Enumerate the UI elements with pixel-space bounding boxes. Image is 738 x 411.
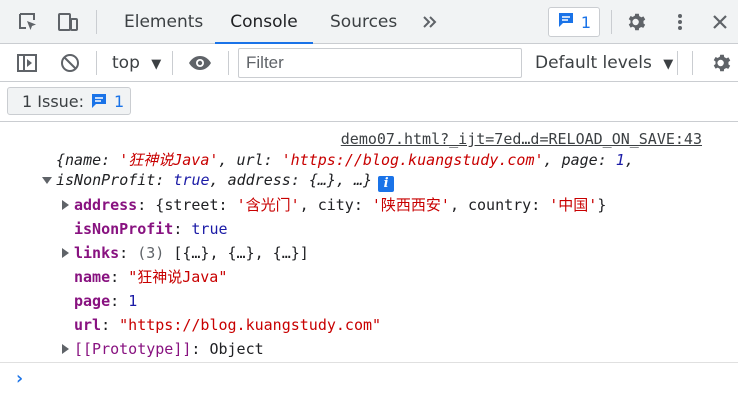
tab-elements[interactable]: Elements [124,0,203,44]
prop-key: url [74,316,102,334]
toolbar-divider [228,51,229,75]
console-toolbar: top ▼ Default levels ▼ [0,44,738,82]
more-options-icon[interactable] [668,10,692,34]
close-devtools-icon[interactable] [708,10,732,34]
tab-sources[interactable]: Sources [330,0,397,44]
tabbar-divider [96,10,97,34]
more-tabs-icon[interactable] [418,10,442,34]
preview-key: isNonProfit [56,171,156,189]
preview-value: {…} [308,171,336,189]
toolbar-divider [677,51,678,75]
prop-subvalue: '中国' [549,196,598,214]
live-expression-eye-icon[interactable] [188,51,212,75]
inspect-element-icon[interactable] [16,10,40,34]
toolbar-divider [96,51,97,75]
prop-key: links [74,244,120,262]
prop-value: 1 [128,292,138,310]
preview-key: url [236,151,264,169]
object-preview-cont[interactable]: isNonProfit: true, address: {…}, …} i [56,170,395,192]
prop-links[interactable]: links: (3) [{…}, {…}, {…}] [74,243,309,263]
dropdown-arrow-icon: ▼ [151,57,162,72]
expand-triangle-icon[interactable] [62,344,69,354]
tab-label: Sources [330,12,398,32]
prop-key: isNonProfit [74,220,174,238]
log-levels-label: Default levels [535,53,652,73]
tab-console[interactable]: Console [215,0,313,44]
object-preview[interactable]: {name: '狂神说Java', url: 'https://blog.kua… [56,150,634,170]
tabbar-divider [611,10,612,34]
prop-key: [[Prototype]] [74,340,192,358]
prop-page: page: 1 [74,292,138,310]
preview-value: 'https://blog.kuangstudy.com' [281,151,544,169]
messages-count: 1 [580,12,592,32]
prop-prototype[interactable]: [[Prototype]]: Object [74,339,264,359]
prop-count: (3) [137,244,165,262]
issues-button[interactable]: 1 Issue: 1 [7,87,131,115]
prop-value: true [191,220,228,238]
issue-message-icon [90,92,108,111]
toolbar-divider [692,51,693,75]
prop-address[interactable]: address: {street: '含光门', city: '陕西西安', c… [74,195,606,215]
show-sidebar-icon[interactable] [15,51,39,75]
preview-key: address [227,171,291,189]
console-output: demo07.html?_ijt=7ed…d=RELOAD_ON_SAVE:43… [0,122,738,411]
console-prompt-chevron-icon[interactable]: › [14,368,25,389]
collapse-triangle-icon[interactable] [42,177,52,184]
context-label: top [112,53,140,73]
issues-bar: 1 Issue: 1 [0,82,738,122]
messages-count-button[interactable]: 1 [548,7,600,37]
message-icon [557,11,575,33]
log-levels-dropdown[interactable]: Default levels ▼ [535,44,673,82]
prop-subkey: city [317,196,354,214]
prop-value: [{…}, {…}, {…}] [173,244,309,262]
settings-gear-icon[interactable] [625,10,649,34]
tab-label: Console [230,12,298,32]
preview-value: '狂神说Java' [119,151,219,169]
console-settings-gear-icon[interactable] [710,51,734,75]
prop-subvalue: '含光门' [236,196,300,214]
prop-value: Object [209,340,264,358]
prop-key: address [74,196,138,214]
filter-input[interactable] [238,48,522,78]
issues-label: 1 Issue: [22,91,85,111]
toolbar-divider [172,51,173,75]
prop-value: "https://blog.kuangstudy.com" [119,316,382,334]
preview-tail: …} [354,171,373,189]
issues-count: 1 [114,91,125,111]
dropdown-arrow-icon: ▼ [663,57,674,72]
info-icon[interactable]: i [378,176,395,192]
prop-isnonprofit: isNonProfit: true [74,220,228,238]
preview-key: page [561,151,598,169]
preview-value: 1 [615,151,625,169]
prop-subkey: street [164,196,219,214]
prop-key: name [74,268,111,286]
console-log-message: demo07.html?_ijt=7ed…d=RELOAD_ON_SAVE:43… [0,122,738,363]
source-link[interactable]: demo07.html?_ijt=7ed…d=RELOAD_ON_SAVE:43 [341,130,702,148]
prop-subvalue: '陕西西安' [371,196,450,214]
prop-url: url: "https://blog.kuangstudy.com" [74,316,382,334]
prop-name: name: "狂神说Java" [74,268,228,286]
prop-value: "狂神说Java" [128,268,228,286]
preview-value: true [173,171,210,189]
preview-key: name [65,151,102,169]
prop-subkey: country [468,196,532,214]
devtools-tabbar: Elements Console Sources 1 [0,0,738,44]
clear-console-icon[interactable] [58,51,82,75]
prop-key: page [74,292,111,310]
expand-triangle-icon[interactable] [62,200,69,210]
expand-triangle-icon[interactable] [62,248,69,258]
tab-label: Elements [124,12,204,32]
context-selector[interactable]: top ▼ [112,44,161,82]
device-toolbar-icon[interactable] [56,10,80,34]
